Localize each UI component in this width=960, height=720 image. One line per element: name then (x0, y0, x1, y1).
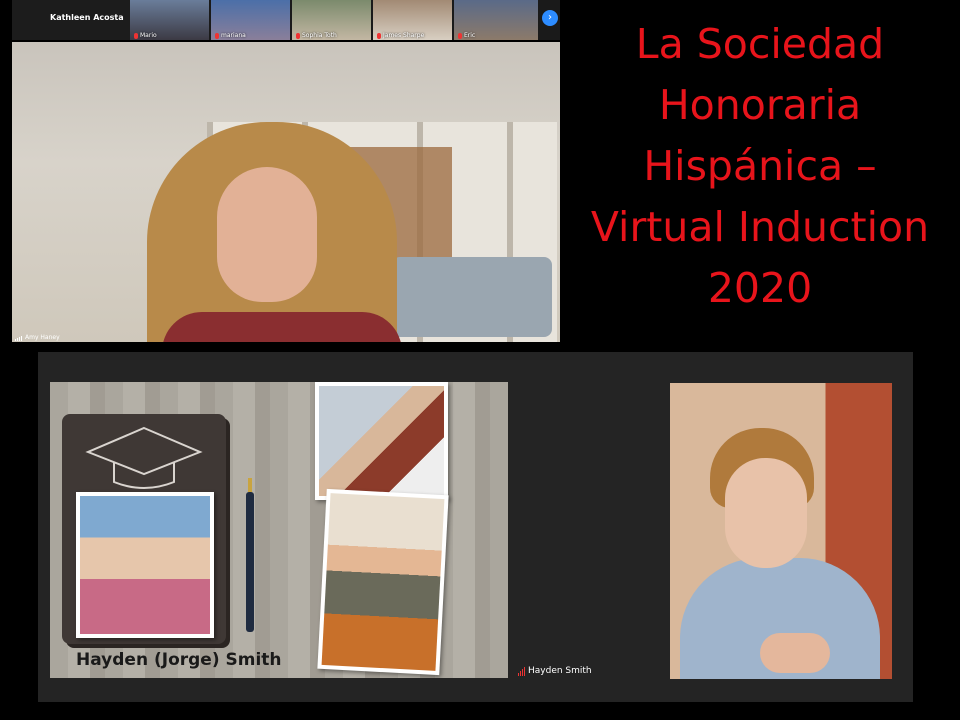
participant-name: James Sharpe (383, 32, 425, 39)
signal-bars-icon (15, 336, 22, 341)
participant-tile[interactable]: Sophia Toth (292, 0, 371, 40)
participant-tile[interactable]: Mario (130, 0, 209, 40)
participant-name: mariana (221, 32, 246, 39)
signal-bars-icon (518, 667, 525, 676)
baby-photo (315, 382, 448, 500)
participant-tile[interactable]: Kathleen Acosta (12, 0, 130, 40)
participant-name: Mario (140, 32, 157, 39)
participant-video[interactable] (670, 383, 892, 679)
participant-name: Sophia Toth (302, 32, 337, 39)
child-photo (317, 488, 449, 676)
mic-muted-icon (215, 32, 219, 39)
mic-muted-icon (377, 32, 381, 39)
participant-tile[interactable]: Eric (454, 0, 538, 40)
participant-name: Eric (464, 32, 476, 39)
participant-tile[interactable]: James Sharpe (373, 0, 452, 40)
graduation-cap-icon (85, 426, 203, 489)
mic-muted-icon (134, 32, 138, 39)
fountain-pen (246, 478, 254, 632)
senior-photo (76, 492, 214, 638)
speaker-name: Amy Haney (25, 334, 60, 341)
mic-muted-icon (296, 32, 300, 39)
active-speaker-video[interactable]: Amy Haney (12, 42, 560, 342)
mic-muted-icon (458, 32, 462, 39)
shared-screen-panel: Hayden (Jorge) Smith Hayden Smith (38, 352, 913, 702)
slide-caption: Hayden (Jorge) Smith (76, 650, 282, 670)
shared-slide[interactable]: Hayden (Jorge) Smith (50, 382, 508, 678)
participant-name: Kathleen Acosta (50, 13, 124, 22)
participant-strip: Kathleen Acosta Mario mariana Sophia Tot… (12, 0, 560, 40)
shared-by-label: Hayden Smith (518, 666, 592, 676)
participant-tile[interactable]: mariana (211, 0, 290, 40)
page-title: La Sociedad Honoraria Hispánica – Virtua… (590, 20, 930, 312)
next-page-button[interactable]: › (542, 10, 558, 26)
couch (392, 257, 552, 337)
